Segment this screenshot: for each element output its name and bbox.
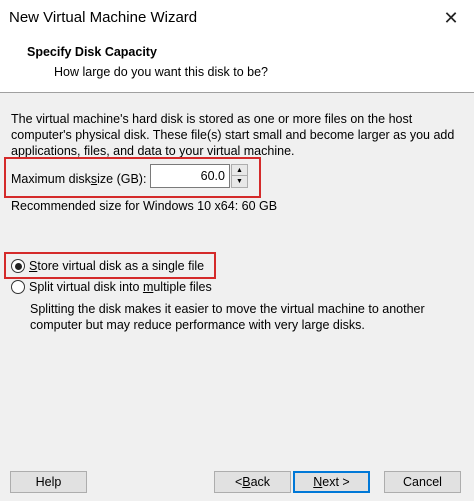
close-icon: ✕ xyxy=(443,8,459,28)
next-accel: N xyxy=(313,475,323,489)
multiple-files-accel: m xyxy=(142,280,154,294)
wizard-header: Specify Disk Capacity How large do you w… xyxy=(0,37,474,93)
close-button[interactable]: ✕ xyxy=(428,0,474,37)
multiple-files-text2: ultiple files xyxy=(153,280,212,294)
up-arrow-icon[interactable]: ▲ xyxy=(232,165,247,176)
page-title: Specify Disk Capacity xyxy=(27,45,157,59)
multiple-files-text1: Split virtual disk into xyxy=(29,280,143,294)
max-size-label-part1: Maximum disk xyxy=(11,172,91,186)
back-button[interactable]: < Back xyxy=(214,471,291,493)
single-file-text: tore virtual disk as a single file xyxy=(37,259,205,273)
disk-size-spinner[interactable]: ▲ ▼ xyxy=(231,164,248,188)
max-size-label-part2: ize (GB): xyxy=(97,172,147,186)
help-button[interactable]: Help xyxy=(10,471,87,493)
next-text: ext > xyxy=(322,475,350,489)
wizard-window: New Virtual Machine Wizard ✕ Specify Dis… xyxy=(0,0,474,501)
split-description: Splitting the disk makes it easier to mo… xyxy=(30,302,425,332)
max-disk-size-input[interactable] xyxy=(150,164,230,188)
multiple-files-radio[interactable] xyxy=(11,280,25,294)
page-subtitle: How large do you want this disk to be? xyxy=(54,65,269,79)
back-text2: ack xyxy=(250,475,271,489)
cancel-button[interactable]: Cancel xyxy=(384,471,461,493)
single-file-radio[interactable] xyxy=(11,259,25,273)
single-file-label[interactable]: Store virtual disk as a single file xyxy=(29,259,204,273)
option-multiple-files[interactable]: Split virtual disk into multiple files xyxy=(11,278,212,296)
disk-description: The virtual machine's hard disk is store… xyxy=(11,112,455,158)
multiple-files-label[interactable]: Split virtual disk into multiple files xyxy=(29,280,212,294)
window-title: New Virtual Machine Wizard xyxy=(9,9,198,26)
wizard-body: The virtual machine's hard disk is store… xyxy=(0,94,474,458)
back-accel: B xyxy=(242,475,251,489)
option-single-file[interactable]: Store virtual disk as a single file xyxy=(11,257,204,275)
back-text1: < xyxy=(234,475,243,489)
title-bar: New Virtual Machine Wizard ✕ xyxy=(0,0,474,37)
radio-selected-dot xyxy=(14,262,22,270)
next-button[interactable]: Next > xyxy=(293,471,370,493)
down-arrow-icon[interactable]: ▼ xyxy=(232,176,247,187)
wizard-footer: Help < Back Next > Cancel xyxy=(0,458,474,501)
max-size-label: Maximum disk s ize (GB): xyxy=(11,166,146,192)
recommended-size: Recommended size for Windows 10 x64: 60 … xyxy=(11,199,278,213)
